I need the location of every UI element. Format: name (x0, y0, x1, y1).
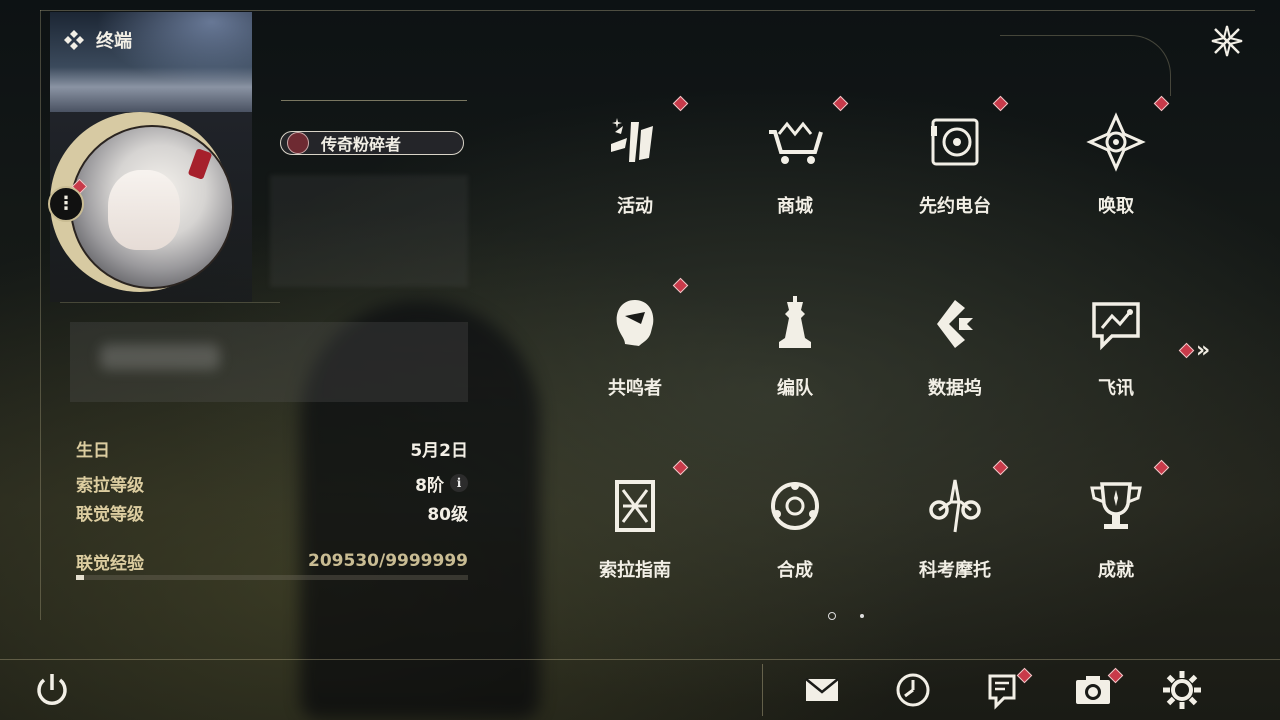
stat-value: 8阶 (415, 475, 444, 496)
stat-value: 5月2日 (410, 440, 468, 461)
page-indicator-2[interactable] (860, 614, 864, 618)
exp-progress-bar (76, 575, 468, 580)
trophy-icon (1090, 482, 1142, 529)
frame-line-left (40, 10, 41, 620)
menu-item-label: 活动 (617, 196, 653, 217)
menu-item-convene[interactable]: 唤取 (1066, 90, 1170, 240)
frame-line-top (40, 10, 1255, 11)
menu-item-label: 商城 (777, 196, 813, 217)
menu-item-messages[interactable]: 飞讯 (1066, 272, 1166, 422)
menu-item-shop[interactable]: 商城 (745, 90, 849, 240)
menu-item-sola-guide[interactable]: 索拉指南 (585, 454, 689, 604)
player-name-placeholder (70, 322, 468, 402)
alert-dot (832, 95, 849, 112)
alert-dot (672, 459, 689, 476)
chess-team-icon (779, 296, 811, 348)
alert-dot (672, 277, 689, 294)
activity-icon (611, 118, 653, 162)
bottom-separator (762, 664, 763, 716)
stat-value: 209530/9999999 (308, 551, 468, 571)
clock-icon[interactable] (891, 668, 935, 712)
menu-item-motorbike[interactable]: 科考摩托 (905, 454, 1009, 604)
bottom-divider (0, 659, 1280, 660)
exp-progress-fill (76, 575, 85, 580)
info-icon[interactable]: i (450, 474, 468, 492)
mail-icon[interactable] (800, 668, 844, 712)
alert-dot (1153, 459, 1170, 476)
terminal-header: 终端 (62, 27, 132, 53)
stat-label: 联觉等级 (76, 504, 144, 525)
page-indicator-1[interactable] (828, 612, 836, 620)
resonator-head-icon (616, 300, 654, 346)
next-page-button[interactable]: » (1178, 338, 1211, 363)
title-badge[interactable]: 传奇粉碎者 (280, 131, 464, 155)
menu-item-resonators[interactable]: 共鸣者 (585, 272, 689, 422)
alert-dot (672, 95, 689, 112)
menu-item-synthesis[interactable]: 合成 (745, 454, 845, 604)
guide-book-icon (615, 480, 655, 532)
signature-placeholder (270, 175, 468, 287)
menu-item-achievements[interactable]: 成就 (1066, 454, 1170, 604)
menu-item-team[interactable]: 编队 (745, 272, 845, 422)
profile-divider (60, 302, 280, 303)
radio-icon (931, 118, 979, 166)
menu-item-data-dock[interactable]: 数据坞 (905, 272, 1005, 422)
stat-value: 80级 (427, 504, 468, 525)
alert-dot (992, 95, 1009, 112)
close-icon[interactable] (1208, 22, 1246, 60)
double-chevron-right-icon: » (1196, 338, 1211, 363)
power-icon[interactable] (30, 668, 74, 712)
pagination (828, 612, 864, 620)
profile-more-button[interactable]: ⋮ (48, 186, 84, 222)
menu-item-label: 索拉指南 (599, 560, 671, 581)
terminal-logo-icon (64, 30, 84, 50)
menu-item-label: 成就 (1098, 560, 1134, 581)
data-dock-icon (937, 300, 973, 348)
alert-dot (1153, 95, 1170, 112)
menu-item-label: 编队 (777, 378, 813, 399)
alert-dot (1178, 342, 1195, 359)
stat-label: 索拉等级 (76, 475, 144, 496)
compass-star-icon (1086, 112, 1146, 172)
avatar-face (108, 170, 180, 250)
menu-item-label: 飞讯 (1098, 378, 1134, 399)
title-emblem-icon (287, 132, 309, 154)
more-icon: ⋮ (57, 193, 75, 214)
terminal-title: 终端 (96, 31, 132, 52)
menu-item-label: 唤取 (1098, 196, 1134, 217)
stat-label: 生日 (76, 440, 110, 461)
stat-row-sola-level: 索拉等级 8阶 i (76, 471, 468, 496)
alert-dot (992, 459, 1009, 476)
shop-cart-icon (769, 121, 823, 164)
menu-item-label: 数据坞 (928, 378, 982, 399)
menu-item-radio[interactable]: 先约电台 (905, 90, 1009, 240)
menu-item-label: 共鸣者 (608, 378, 662, 399)
menu-item-label: 科考摩托 (919, 560, 991, 581)
stat-row-birthday: 生日 5月2日 (76, 436, 468, 461)
gear-icon[interactable] (1160, 668, 1204, 712)
frame-arc (1000, 35, 1171, 96)
chat-message-icon (1092, 302, 1140, 351)
stat-row-union-level: 联觉等级 80级 (76, 500, 468, 525)
menu-item-label: 合成 (777, 560, 813, 581)
stat-label: 联觉经验 (76, 553, 144, 574)
stat-row-union-exp: 联觉经验 209530/9999999 (76, 549, 468, 574)
title-badge-label: 传奇粉碎者 (321, 135, 402, 154)
synthesis-icon (771, 482, 819, 530)
motorbike-icon (929, 479, 981, 533)
stat-value-group: 8阶 i (415, 471, 468, 496)
title-divider (281, 100, 467, 101)
menu-item-activity[interactable]: 活动 (585, 90, 689, 240)
menu-item-label: 先约电台 (919, 196, 991, 217)
